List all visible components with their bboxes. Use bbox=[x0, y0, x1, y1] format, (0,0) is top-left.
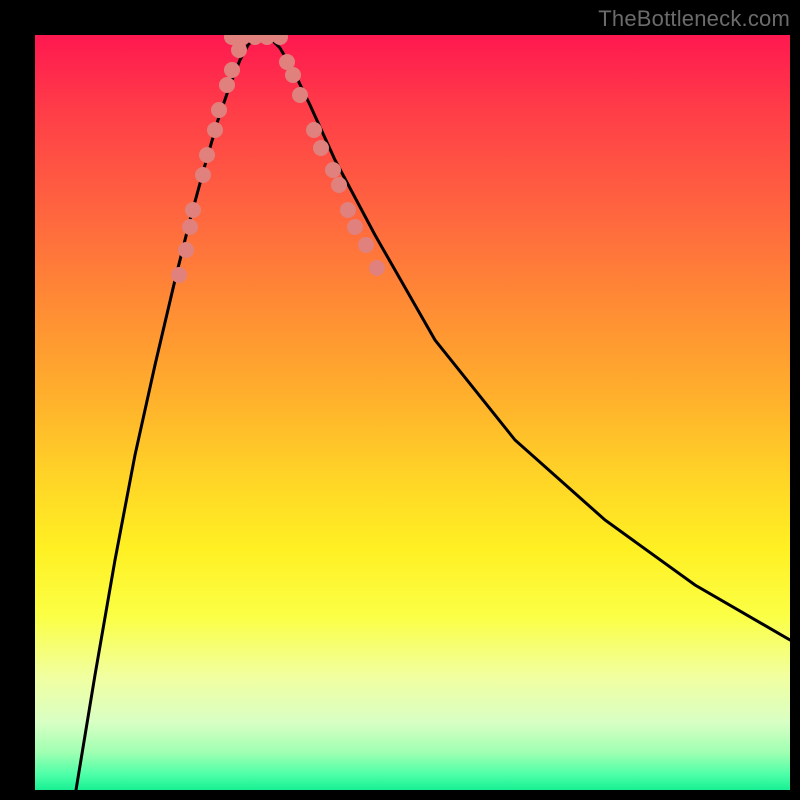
data-marker bbox=[185, 202, 201, 218]
data-marker bbox=[340, 202, 356, 218]
data-marker bbox=[224, 62, 240, 78]
data-marker bbox=[358, 237, 374, 253]
chart-svg bbox=[35, 35, 790, 790]
data-marker bbox=[331, 177, 347, 193]
series-left-branch bbox=[76, 38, 255, 790]
watermark-text: TheBottleneck.com bbox=[598, 6, 790, 32]
data-marker bbox=[313, 140, 329, 156]
curve-layer bbox=[76, 37, 790, 790]
data-marker bbox=[325, 162, 341, 178]
marker-layer bbox=[171, 35, 385, 283]
data-marker bbox=[178, 242, 194, 258]
data-marker bbox=[285, 67, 301, 83]
data-marker bbox=[306, 122, 322, 138]
plot-area bbox=[35, 35, 790, 790]
data-marker bbox=[207, 122, 223, 138]
data-marker bbox=[292, 87, 308, 103]
chart-frame: TheBottleneck.com bbox=[0, 0, 800, 800]
data-marker bbox=[182, 219, 198, 235]
data-marker bbox=[199, 147, 215, 163]
data-marker bbox=[219, 77, 235, 93]
data-marker bbox=[195, 167, 211, 183]
series-right-branch bbox=[270, 38, 790, 640]
data-marker bbox=[347, 219, 363, 235]
data-marker bbox=[211, 102, 227, 118]
data-marker bbox=[369, 260, 385, 276]
data-marker bbox=[171, 267, 187, 283]
